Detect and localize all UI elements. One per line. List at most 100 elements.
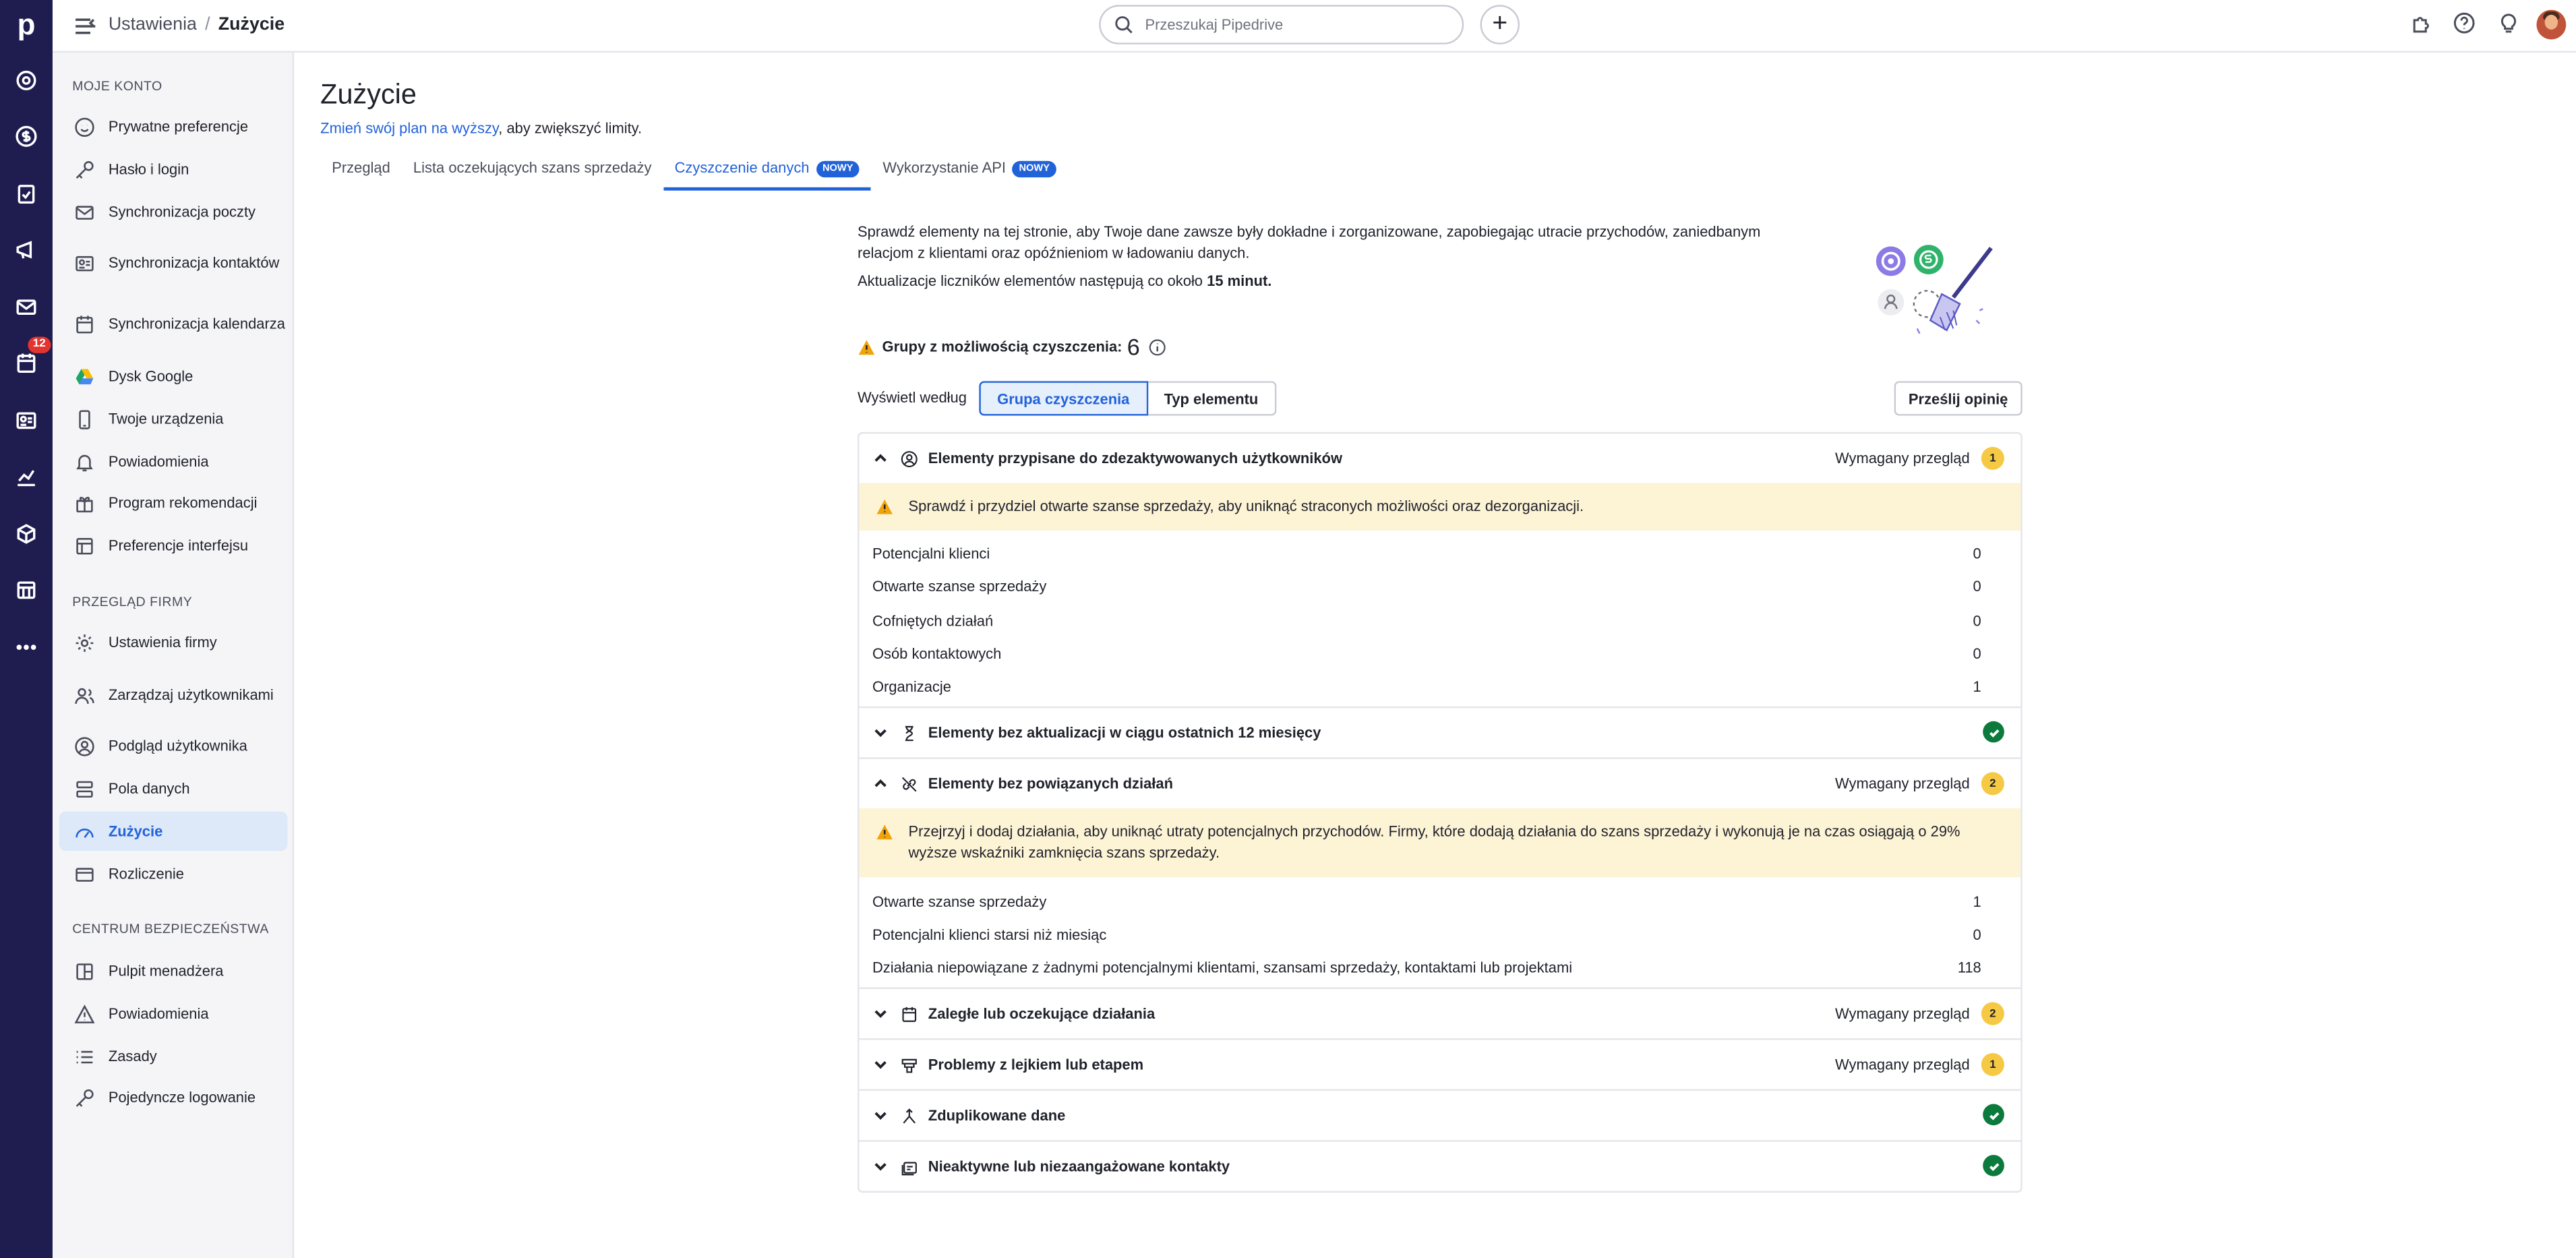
sidebar-item-private-preferences[interactable]: Prywatne preferencje: [59, 113, 288, 140]
tasks-icon[interactable]: [10, 177, 43, 210]
sidebar-item-label: Powiadomienia: [108, 452, 209, 469]
chevron-up-icon[interactable]: [872, 450, 889, 467]
check-circle-icon: [1983, 1155, 2004, 1177]
group-header[interactable]: Elementy bez aktualizacji w ciągu ostatn…: [859, 709, 2020, 758]
quick-add-button[interactable]: +: [1480, 5, 1520, 44]
products-icon[interactable]: [10, 518, 43, 551]
group-title: Nieaktywne lub niezaangażowane kontakty: [928, 1158, 1230, 1176]
calendar-icon: [72, 312, 95, 335]
group-status: Wymagany przegląd 2: [1834, 1002, 2004, 1026]
sidebar-item-referral[interactable]: Program rekomendacji: [59, 489, 288, 516]
search-box[interactable]: [1099, 5, 1464, 44]
breadcrumb-settings[interactable]: Ustawienia: [109, 15, 197, 34]
section-header-company: PRZEGLĄD FIRMY: [72, 595, 193, 610]
group-header[interactable]: Elementy bez powiązanych działań Wymagan…: [859, 760, 2020, 809]
leads-icon[interactable]: [10, 64, 43, 97]
update-value: 15 minut.: [1207, 272, 1272, 289]
user-avatar[interactable]: [2536, 9, 2567, 40]
sidebar-item-contact-sync[interactable]: Synchronizacja kontaktów: [59, 240, 288, 286]
group-header[interactable]: Elementy przypisane do zdezaktywowanych …: [859, 433, 2020, 483]
table-row[interactable]: Otwarte szanse sprzedaży 1: [859, 885, 2020, 918]
cleanup-groups-count: 6: [1127, 333, 1140, 360]
sidebar-item-usage[interactable]: Zużycie: [59, 811, 288, 851]
view-option-item-type[interactable]: Typ elementu: [1147, 381, 1277, 416]
chevron-down-icon[interactable]: [872, 1006, 889, 1022]
tab-deal-waitlist[interactable]: Lista oczekujących szans sprzedaży: [402, 151, 663, 190]
row-value: 0: [1973, 645, 1981, 663]
sidebar-item-billing[interactable]: Rozliczenie: [59, 861, 288, 887]
sidebar-item-password-login[interactable]: Hasło i login: [59, 156, 288, 182]
sidebar-item-label: Zasady: [108, 1047, 157, 1064]
layout-icon: [72, 534, 95, 557]
table-row[interactable]: Potencjalni klienci starsi niż miesiąc 0: [859, 918, 2020, 951]
sidebar-item-data-fields[interactable]: Pola danych: [59, 775, 288, 802]
send-feedback-button[interactable]: Prześlij opinię: [1894, 381, 2023, 416]
info-icon[interactable]: [1148, 338, 1166, 356]
campaigns-icon[interactable]: [10, 233, 43, 266]
sidebar-item-label: Zarządzaj użytkownikami: [108, 686, 274, 702]
tips-lightbulb-icon[interactable]: [2497, 11, 2523, 38]
group-header[interactable]: Nieaktywne lub niezaangażowane kontakty: [859, 1142, 2020, 1191]
chevron-down-icon[interactable]: [872, 725, 889, 742]
table-row[interactable]: Działania niepowiązane z żadnymi potencj…: [859, 951, 2020, 984]
new-badge: NOWY: [816, 160, 860, 178]
tab-label: Przegląd: [332, 159, 390, 176]
sidebar-item-notifications[interactable]: Powiadomienia: [59, 448, 288, 475]
group-status: [1983, 721, 2004, 744]
review-required-label: Wymagany przegląd: [1834, 776, 1970, 793]
gauge-icon: [72, 820, 95, 843]
tab-overview[interactable]: Przegląd: [320, 151, 402, 190]
group-header[interactable]: Zaległe lub oczekujące działania Wymagan…: [859, 990, 2020, 1039]
tab-api-usage[interactable]: Wykorzystanie API NOWY: [871, 151, 1068, 190]
collapse-menu-icon[interactable]: [72, 13, 98, 39]
group-header[interactable]: Zduplikowane dane: [859, 1091, 2020, 1141]
sidebar-item-company-settings[interactable]: Ustawienia firmy: [59, 629, 288, 655]
cleanup-group-deactivated-users: Elementy przypisane do zdezaktywowanych …: [859, 433, 2021, 709]
marketplace-icon[interactable]: [10, 573, 43, 606]
review-count-badge: 2: [1981, 1002, 2004, 1026]
sidebar-item-single-sign-on[interactable]: Pojedyncze logowanie: [59, 1084, 288, 1110]
view-option-cleanup-group[interactable]: Grupa czyszczenia: [979, 381, 1148, 416]
table-row[interactable]: Cofniętych działań 0: [859, 604, 2020, 637]
review-required-label: Wymagany przegląd: [1834, 1006, 1970, 1023]
chevron-up-icon[interactable]: [872, 776, 889, 792]
sidebar-item-interface-preferences[interactable]: Preferencje interfejsu: [59, 533, 288, 559]
table-row[interactable]: Organizacje 1: [859, 671, 2020, 704]
sidebar-item-devices[interactable]: Twoje urządzenia: [59, 406, 288, 432]
help-icon[interactable]: [2453, 11, 2479, 38]
tab-data-cleanup[interactable]: Czyszczenie danych NOWY: [663, 151, 872, 191]
chevron-down-icon[interactable]: [872, 1057, 889, 1073]
chevron-down-icon[interactable]: [872, 1108, 889, 1124]
chevron-down-icon[interactable]: [872, 1159, 889, 1175]
sidebar-item-label: Preferencje interfejsu: [108, 536, 249, 553]
cleanup-group-no-activities: Elementy bez powiązanych działań Wymagan…: [859, 760, 2021, 990]
check-circle-icon: [1983, 1104, 2004, 1127]
contacts-rail-icon[interactable]: [10, 404, 43, 437]
hourglass-icon: [899, 723, 918, 743]
more-icon[interactable]: [10, 631, 43, 664]
upgrade-plan-link[interactable]: Zmień swój plan na wyższy: [320, 120, 498, 136]
sidebar-item-rules[interactable]: Zasady: [59, 1043, 288, 1069]
sidebar-item-manage-users[interactable]: Zarządzaj użytkownikami: [59, 672, 288, 718]
pipedrive-logo[interactable]: p: [0, 0, 53, 49]
sidebar-item-security-alerts[interactable]: Powiadomienia: [59, 1000, 288, 1027]
sidebar-item-calendar-sync[interactable]: Synchronizacja kalendarza: [59, 301, 288, 347]
deals-icon[interactable]: [10, 120, 43, 153]
row-label: Osób kontaktowych: [872, 645, 1002, 663]
search-input[interactable]: [1145, 16, 1441, 33]
row-label: Cofniętych działań: [872, 612, 994, 629]
sidebar-item-user-preview[interactable]: Podgląd użytkownika: [59, 733, 288, 759]
extensions-icon[interactable]: [2410, 11, 2436, 38]
sidebar-item-manager-dashboard[interactable]: Pulpit menadżera: [59, 958, 288, 984]
mail-rail-icon[interactable]: [10, 291, 43, 324]
group-header[interactable]: Problemy z lejkiem lub etapem Wymagany p…: [859, 1040, 2020, 1089]
table-row[interactable]: Otwarte szanse sprzedaży 0: [859, 570, 2020, 603]
table-row[interactable]: Osób kontaktowych 0: [859, 637, 2020, 670]
google-drive-icon: [72, 365, 95, 388]
sidebar-item-mail-sync[interactable]: Synchronizacja poczty: [59, 199, 288, 225]
table-row[interactable]: Potencjalni klienci 0: [859, 537, 2020, 570]
sidebar-item-google-drive[interactable]: Dysk Google: [59, 363, 288, 390]
cleanup-group-pipeline-issues: Problemy z lejkiem lub etapem Wymagany p…: [859, 1040, 2021, 1091]
insights-icon[interactable]: [10, 460, 43, 493]
breadcrumb: Ustawienia / Zużycie: [109, 11, 284, 38]
